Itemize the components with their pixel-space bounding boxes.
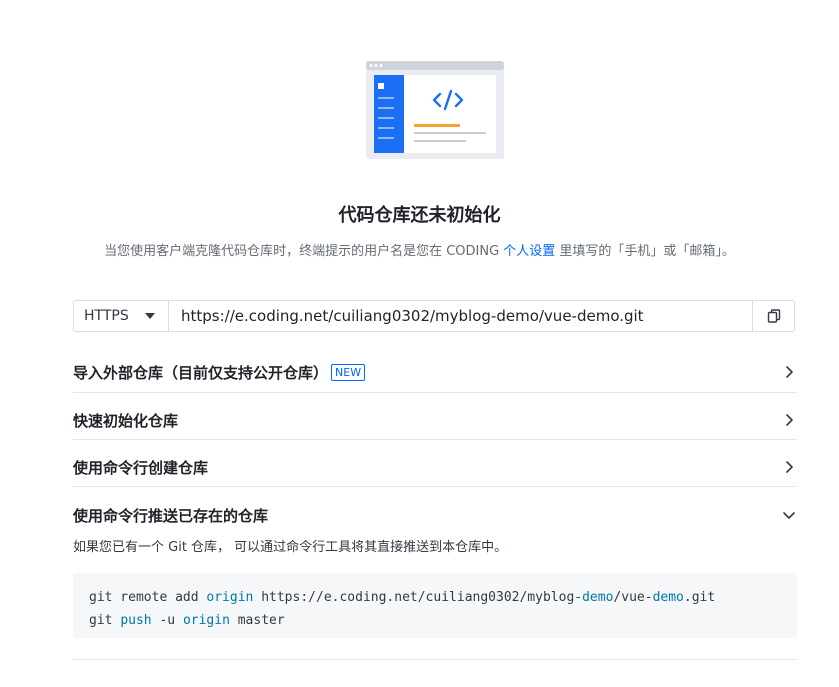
section-title: 使用命令行推送已存在的仓库 [73,505,268,526]
code-text: master [229,613,285,628]
chevron-right-icon [786,414,793,426]
section-header: 快速初始化仓库 [73,401,797,439]
code-keyword: push [120,613,152,628]
personal-settings-link[interactable]: 个人设置 [503,244,555,259]
clone-url-bar: HTTPS [73,300,795,332]
chevron-right-icon [786,366,793,378]
section-quick-init[interactable]: 快速初始化仓库 [73,401,797,440]
caret-down-icon [145,313,155,319]
code-line-2: git push -u origin master [89,609,781,632]
section-cli-push-existing[interactable]: 使用命令行推送已存在的仓库 [73,495,797,535]
new-badge: NEW [331,363,366,381]
section-header: 使用命令行推送已存在的仓库 [73,495,797,535]
code-line-1: git remote add origin https://e.coding.n… [89,586,781,609]
page-subtitle: 当您使用客户端克隆代码仓库时，终端提示的用户名是您在 CODING 个人设置 里… [0,240,839,259]
section-title: 使用命令行创建仓库 [73,457,208,478]
copy-icon [767,309,780,323]
code-text: git [89,613,121,628]
subtitle-text-before: 当您使用客户端克隆代码仓库时，终端提示的用户名是您在 CODING [104,244,504,259]
code-text: https://e.coding.net/cuiliang0302/myblog… [253,590,583,605]
section-label: 使用命令行推送已存在的仓库 [73,506,269,525]
section-cli-create[interactable]: 使用命令行创建仓库 [73,448,797,487]
subtitle-text-after: 里填写的「手机」或「邮箱」。 [555,244,735,259]
section-label: 导入外部仓库（目前仅支持公开仓库） [73,363,329,382]
empty-repo-illustration [366,61,504,159]
code-keyword: demo [582,590,614,605]
section-label: 使用命令行创建仓库 [73,458,209,477]
section-header: 使用命令行创建仓库 [73,448,797,486]
divider [73,659,797,660]
code-keyword: origin [182,613,230,628]
code-text: .git [683,590,716,605]
push-existing-description: 如果您已有一个 Git 仓库， 可以通过命令行工具将其直接推送到本仓库中。 [73,540,508,555]
copy-url-button[interactable] [752,301,794,331]
section-title: 快速初始化仓库 [73,410,178,431]
protocol-select[interactable]: HTTPS [74,301,169,331]
section-import-external[interactable]: 导入外部仓库（目前仅支持公开仓库） NEW [73,352,797,393]
clone-url-input[interactable] [169,301,752,331]
protocol-value: HTTPS [84,308,129,324]
code-text: git remote add [89,590,207,605]
code-keyword: demo [652,590,684,605]
section-header: 导入外部仓库（目前仅支持公开仓库） NEW [73,352,797,392]
page-title: 代码仓库还未初始化 [338,205,501,226]
section-label: 快速初始化仓库 [73,411,179,430]
chevron-down-icon [783,512,795,519]
code-keyword: origin [206,590,254,605]
chevron-right-icon [786,461,793,473]
section-title: 导入外部仓库（目前仅支持公开仓库） NEW [73,362,366,383]
code-block[interactable]: git remote add origin https://e.coding.n… [73,573,797,638]
code-text: /vue- [613,590,653,605]
code-text: -u [151,613,183,628]
